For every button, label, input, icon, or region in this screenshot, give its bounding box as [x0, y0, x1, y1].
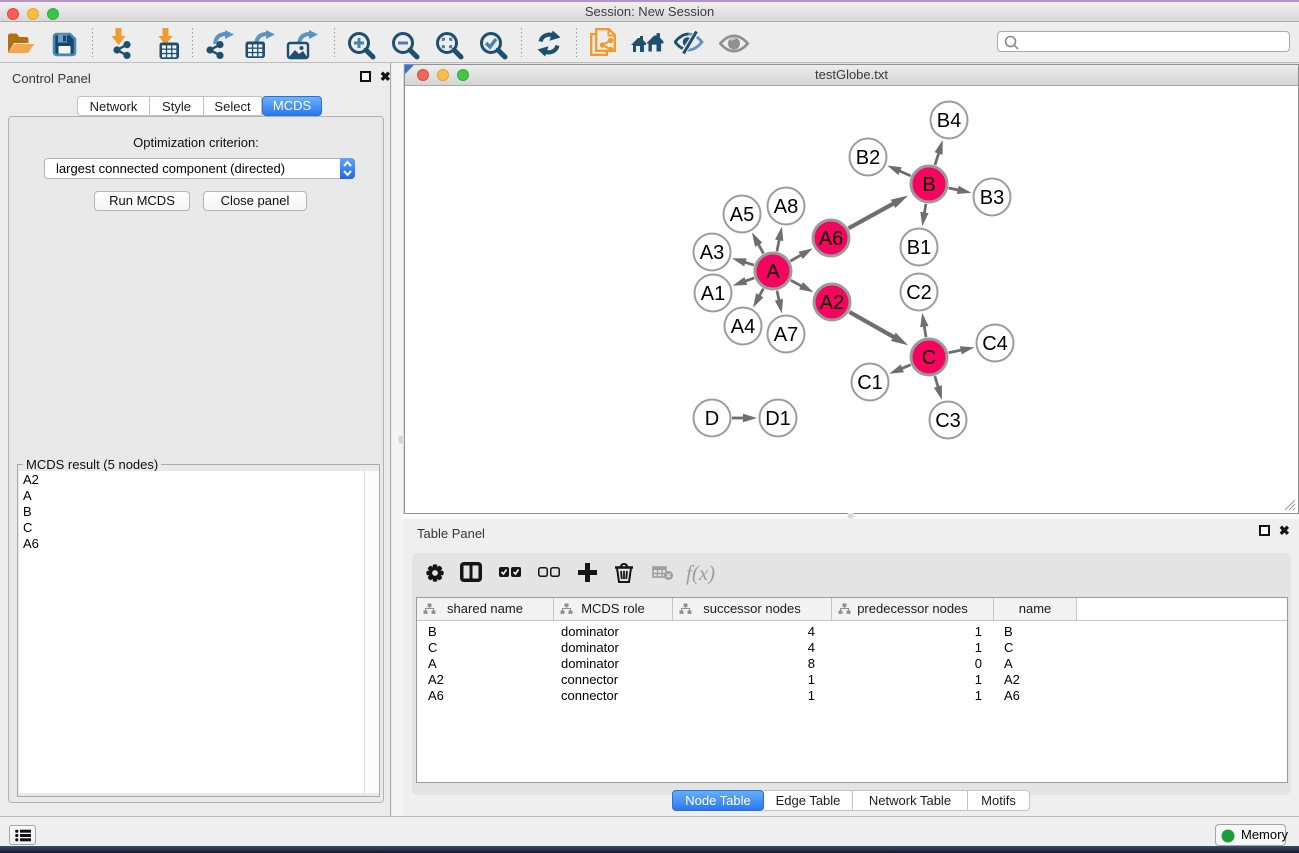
- svg-text:B: B: [922, 174, 935, 196]
- svg-text:A8: A8: [774, 196, 798, 218]
- svg-text:B2: B2: [856, 147, 880, 169]
- svg-text:A1: A1: [701, 283, 725, 305]
- svg-text:C2: C2: [906, 282, 932, 304]
- svg-text:D1: D1: [765, 408, 791, 430]
- svg-text:A5: A5: [730, 204, 754, 226]
- svg-text:C: C: [922, 347, 936, 369]
- svg-text:B1: B1: [907, 237, 931, 259]
- svg-text:B4: B4: [937, 110, 961, 132]
- svg-text:A2: A2: [820, 292, 844, 314]
- svg-text:A3: A3: [700, 242, 724, 264]
- svg-text:C1: C1: [857, 372, 883, 394]
- svg-text:B3: B3: [980, 187, 1004, 209]
- svg-text:C3: C3: [935, 410, 961, 432]
- svg-text:C4: C4: [982, 333, 1008, 355]
- svg-text:A4: A4: [731, 316, 755, 338]
- svg-text:D: D: [705, 408, 719, 430]
- svg-text:A6: A6: [819, 228, 843, 250]
- svg-text:A: A: [766, 261, 780, 283]
- svg-text:A7: A7: [774, 324, 798, 346]
